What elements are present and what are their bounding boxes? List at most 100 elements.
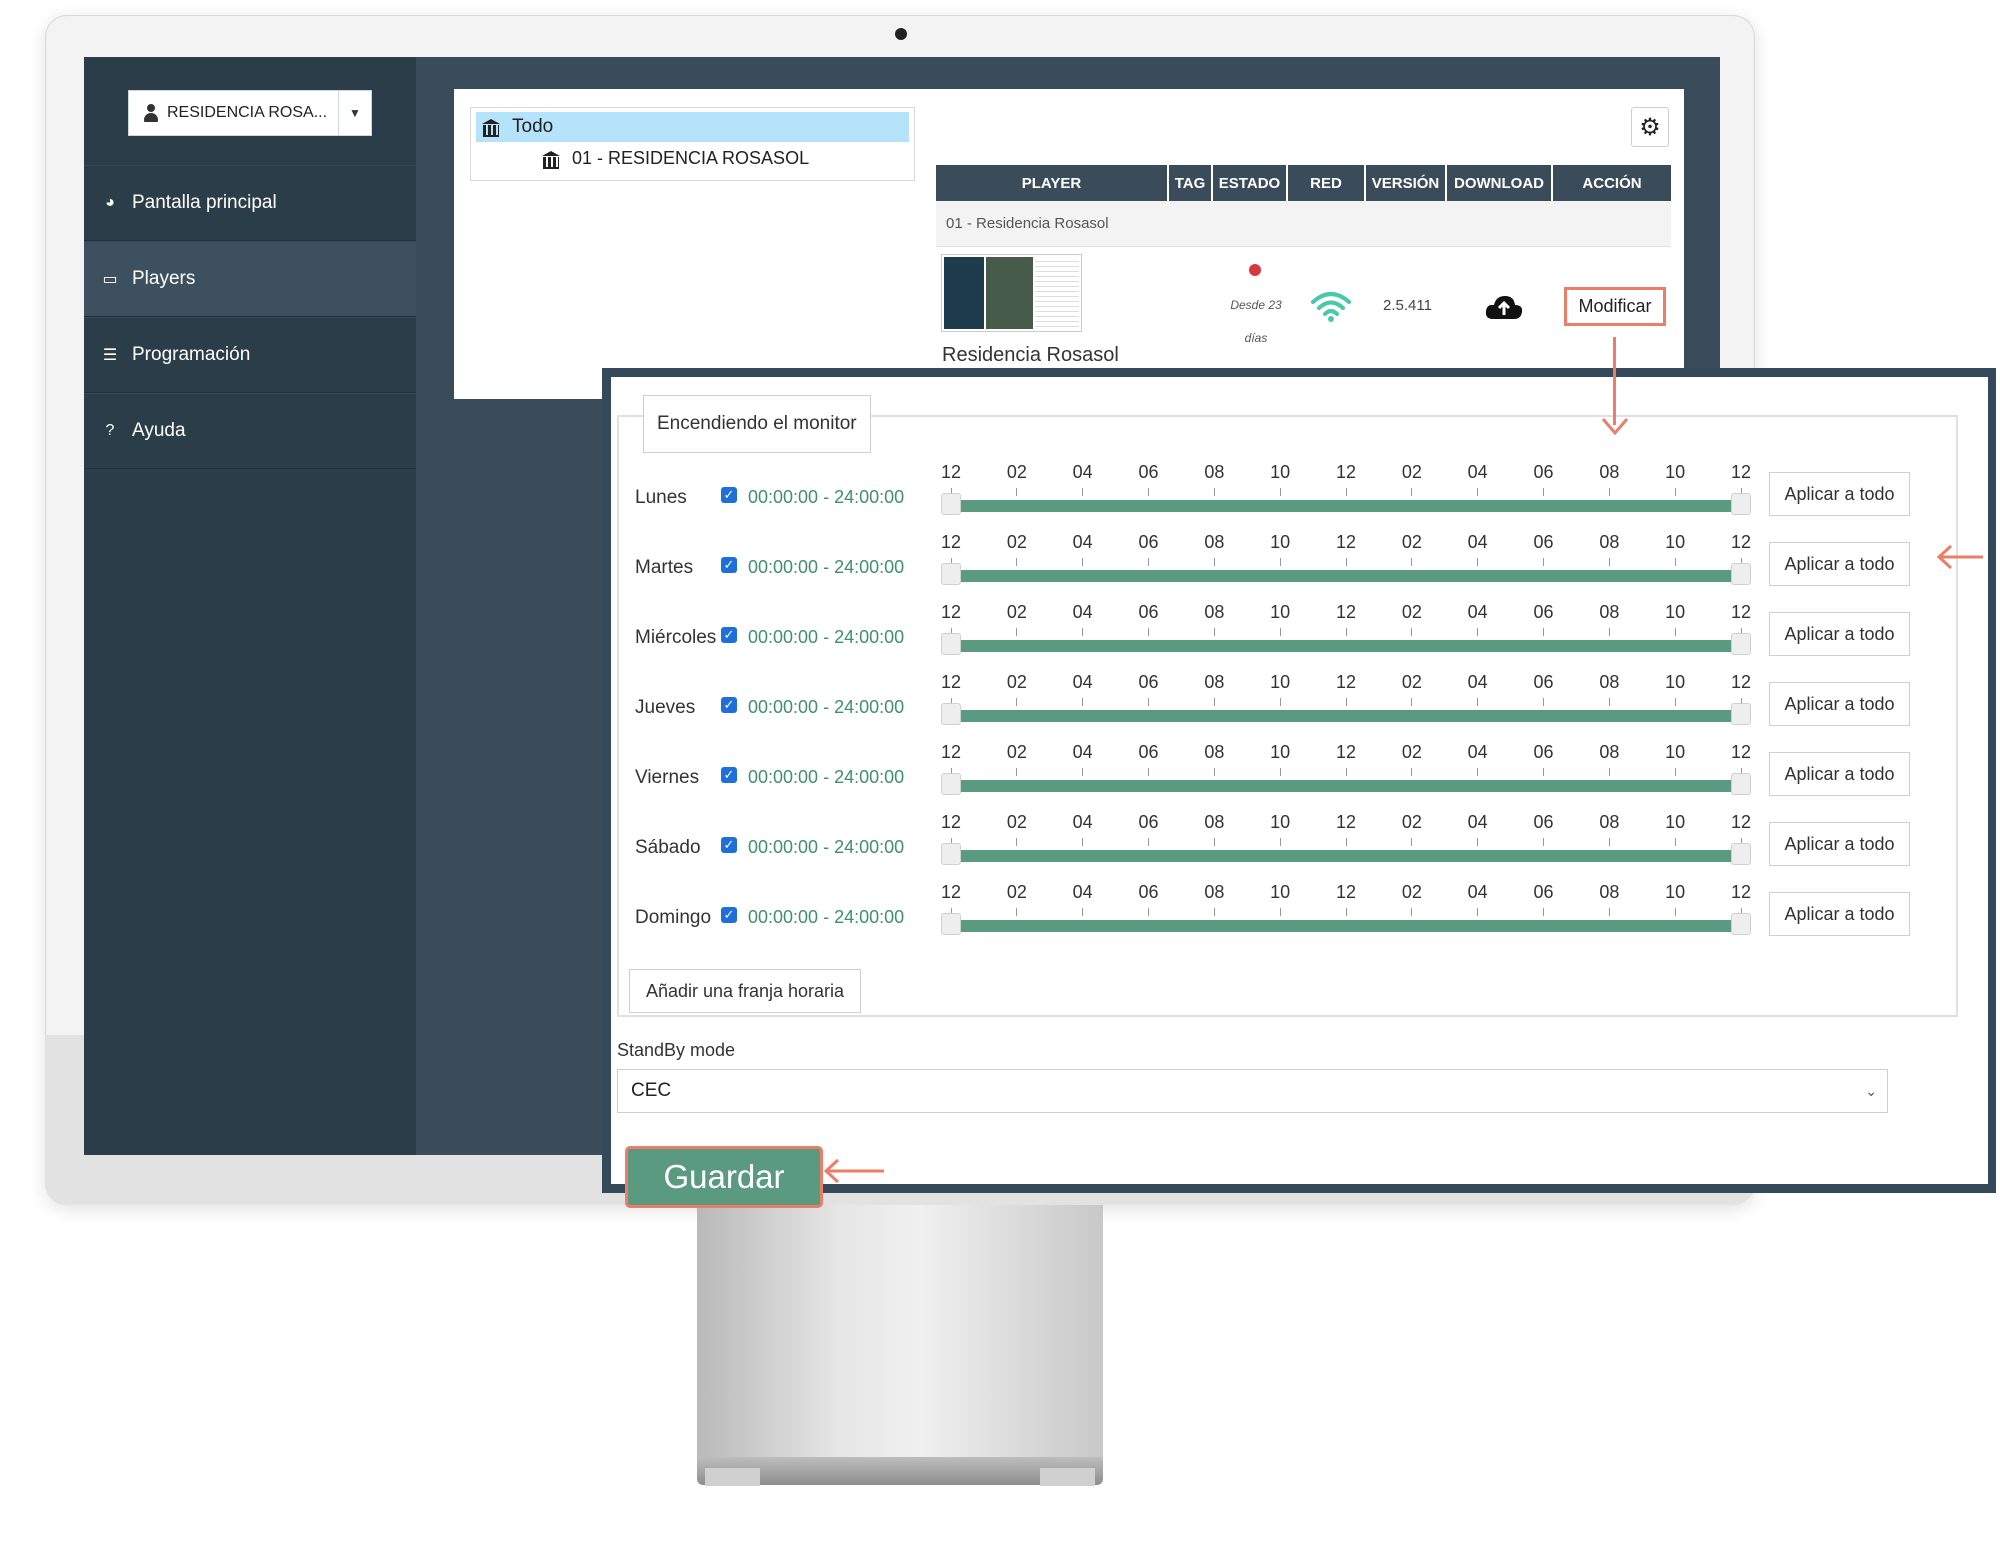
slider-end-handle[interactable] xyxy=(1731,703,1751,725)
hour-tick-label: 12 xyxy=(1326,812,1366,846)
standby-mode-value: CEC xyxy=(631,1080,672,1101)
slider-start-handle[interactable] xyxy=(941,493,961,515)
hour-tick-label: 04 xyxy=(1063,812,1103,846)
time-range-slider[interactable] xyxy=(951,500,1741,512)
add-time-slot-button[interactable]: Añadir una franja horaria xyxy=(629,969,861,1013)
time-range-slider[interactable] xyxy=(951,640,1741,652)
time-range-slider[interactable] xyxy=(951,710,1741,722)
hour-tick-text: 12 xyxy=(1730,882,1752,902)
apply-to-all-button[interactable]: Aplicar a todo xyxy=(1769,752,1910,796)
slider-start-handle[interactable] xyxy=(941,703,961,725)
table-header: PLAYER TAG ESTADO RED VERSIÓN DOWNLOAD A… xyxy=(936,165,1671,201)
hour-tick-label: 10 xyxy=(1260,602,1300,636)
sliders-icon: ☰ xyxy=(102,347,118,364)
chevron-down-icon: ⌄ xyxy=(1865,1082,1877,1099)
hour-tick-label: 02 xyxy=(997,462,1037,496)
day-enabled-checkbox[interactable]: ✓ xyxy=(721,627,737,643)
day-enabled-checkbox[interactable]: ✓ xyxy=(721,907,737,923)
time-range-slider[interactable] xyxy=(951,850,1741,862)
hour-tick-text: 12 xyxy=(1335,742,1357,762)
slider-end-handle[interactable] xyxy=(1731,773,1751,795)
hour-tick-text: 04 xyxy=(1467,812,1488,832)
caret-down-icon[interactable]: ▼ xyxy=(338,91,371,135)
standby-mode-select[interactable]: CEC ⌄ xyxy=(617,1069,1888,1113)
hour-tick-text: 04 xyxy=(1072,602,1093,622)
apply-to-all-button[interactable]: Aplicar a todo xyxy=(1769,472,1910,516)
hour-tick-text: 06 xyxy=(1138,532,1159,552)
hour-tick-text: 08 xyxy=(1204,602,1225,622)
time-range-slider[interactable] xyxy=(951,570,1741,582)
day-enabled-checkbox[interactable]: ✓ xyxy=(721,487,737,503)
hour-tick-text: 04 xyxy=(1467,462,1488,482)
slider-start-handle[interactable] xyxy=(941,773,961,795)
hour-tick-text: 04 xyxy=(1467,532,1488,552)
sidebar-item-players[interactable]: ▭ Players xyxy=(84,241,416,317)
settings-button[interactable]: ⚙ xyxy=(1631,107,1669,147)
hour-tick-label: 02 xyxy=(1392,462,1432,496)
hour-tick-label: 12 xyxy=(1721,462,1761,496)
account-selector[interactable]: RESIDENCIA ROSA... ▼ xyxy=(128,90,372,136)
tree-node-child[interactable]: 01 - RESIDENCIA ROSASOL xyxy=(542,148,809,169)
sidebar-item-programacion[interactable]: ☰ Programación xyxy=(84,317,416,393)
apply-to-all-button[interactable]: Aplicar a todo xyxy=(1769,682,1910,726)
hour-tick-label: 04 xyxy=(1063,672,1103,706)
schedule-dialog: Encendiendo el monitor Lunes ✓ 00:00:00 - … xyxy=(602,368,1996,1208)
hour-tick-label: 04 xyxy=(1458,672,1498,706)
slider-start-handle[interactable] xyxy=(941,913,961,935)
hour-tick-label: 10 xyxy=(1260,462,1300,496)
column-header: PLAYER xyxy=(936,165,1169,201)
modify-button[interactable]: Modificar xyxy=(1564,287,1666,326)
slider-end-handle[interactable] xyxy=(1731,913,1751,935)
day-enabled-checkbox[interactable]: ✓ xyxy=(721,557,737,573)
hour-tick-text: 04 xyxy=(1072,672,1093,692)
apply-to-all-button[interactable]: Aplicar a todo xyxy=(1769,822,1910,866)
hour-tick-text: 12 xyxy=(1335,672,1357,692)
time-range-slider[interactable] xyxy=(951,920,1741,932)
sidebar-item-pantalla-principal[interactable]: ◕ Pantalla principal xyxy=(84,165,416,241)
save-button[interactable]: Guardar xyxy=(625,1146,823,1208)
annotation-arrow-down-icon xyxy=(1601,418,1629,436)
hour-tick-text: 12 xyxy=(1730,462,1752,482)
hour-tick-text: 12 xyxy=(940,532,962,552)
hour-tick-label: 12 xyxy=(1326,462,1366,496)
hour-tick-label: 12 xyxy=(1721,812,1761,846)
hour-tick-text: 12 xyxy=(1335,532,1357,552)
player-thumbnail[interactable] xyxy=(941,254,1082,332)
hour-tick-text: 08 xyxy=(1599,742,1620,762)
slider-end-handle[interactable] xyxy=(1731,563,1751,585)
monitor-stand xyxy=(697,1205,1103,1457)
hour-tick-label: 06 xyxy=(1129,672,1169,706)
apply-to-all-button[interactable]: Aplicar a todo xyxy=(1769,542,1910,586)
slider-start-handle[interactable] xyxy=(941,563,961,585)
day-enabled-checkbox[interactable]: ✓ xyxy=(721,697,737,713)
hour-tick-label: 04 xyxy=(1458,742,1498,776)
hour-tick-text: 06 xyxy=(1138,742,1159,762)
slider-end-handle[interactable] xyxy=(1731,843,1751,865)
hour-tick-label: 06 xyxy=(1129,462,1169,496)
sidebar-item-ayuda[interactable]: ? Ayuda xyxy=(84,393,416,469)
day-label: Miércoles xyxy=(635,627,717,648)
hour-tick-text: 10 xyxy=(1665,672,1686,692)
time-range-slider[interactable] xyxy=(951,780,1741,792)
hour-tick-label: 08 xyxy=(1589,742,1629,776)
apply-to-all-button[interactable]: Aplicar a todo xyxy=(1769,892,1910,936)
day-enabled-checkbox[interactable]: ✓ xyxy=(721,837,737,853)
hour-tick-label: 02 xyxy=(1392,812,1432,846)
day-enabled-checkbox[interactable]: ✓ xyxy=(721,767,737,783)
players-panel: Todo 01 - RESIDENCIA ROSASOL ⚙ PLAYER TA… xyxy=(454,89,1684,399)
hour-tick-text: 06 xyxy=(1533,812,1554,832)
hour-tick-text: 04 xyxy=(1072,532,1093,552)
hour-tick-text: 02 xyxy=(1401,462,1422,482)
tree-node-root[interactable]: Todo xyxy=(476,112,909,142)
hour-tick-text: 10 xyxy=(1270,462,1291,482)
hour-tick-text: 12 xyxy=(1335,812,1357,832)
hour-tick-label: 12 xyxy=(931,602,971,636)
apply-to-all-button[interactable]: Aplicar a todo xyxy=(1769,612,1910,656)
hour-tick-label: 08 xyxy=(1589,462,1629,496)
slider-start-handle[interactable] xyxy=(941,843,961,865)
slider-end-handle[interactable] xyxy=(1731,493,1751,515)
slider-start-handle[interactable] xyxy=(941,633,961,655)
cloud-upload-icon[interactable] xyxy=(1484,293,1524,321)
slider-end-handle[interactable] xyxy=(1731,633,1751,655)
hour-tick-text: 10 xyxy=(1665,742,1686,762)
